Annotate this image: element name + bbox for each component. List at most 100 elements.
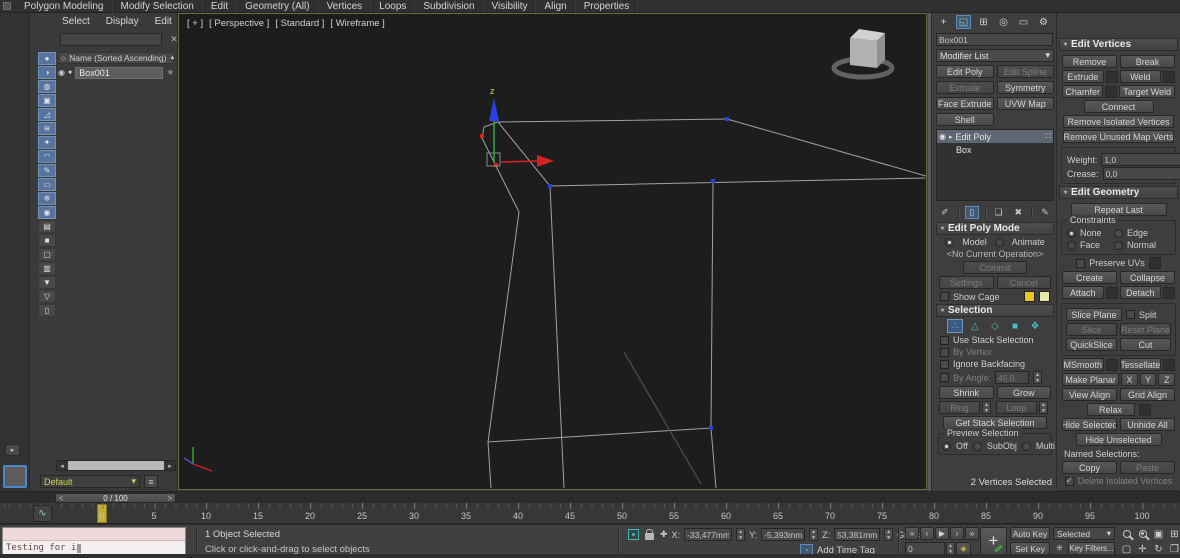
explorer-menu-select[interactable]: Select: [62, 16, 90, 27]
modifier-visibility-icon[interactable]: ◉: [939, 132, 946, 141]
preview-subobj-radio[interactable]: [973, 442, 982, 451]
isolate-selection-toggle-icon[interactable]: [628, 529, 639, 540]
zoom-all-icon[interactable]: [1135, 527, 1150, 541]
explorer-row-box001[interactable]: ◉ ● Box001 ∗: [58, 66, 174, 79]
rollout-edit-vertices[interactable]: ▾ Edit Vertices: [1059, 38, 1178, 51]
auto-key-button[interactable]: Auto Key: [1010, 527, 1050, 540]
target-weld-button[interactable]: Target Weld: [1119, 85, 1175, 98]
cut-button[interactable]: Cut: [1120, 338, 1171, 351]
detach-settings-button[interactable]: [1163, 287, 1175, 299]
selection-lock-toggle-icon[interactable]: [645, 533, 654, 540]
menu-item[interactable]: Properties: [576, 0, 639, 13]
frame-spinner[interactable]: [946, 542, 955, 555]
constraint-none-radio[interactable]: [1067, 229, 1076, 238]
previous-key-button[interactable]: ‹: [920, 527, 934, 540]
select-column-icon[interactable]: ○: [61, 53, 66, 63]
display-preset-dropdown[interactable]: Default ▾: [40, 475, 140, 488]
extrude-button[interactable]: Extrude: [1062, 70, 1104, 83]
set-keys-button[interactable]: +: [980, 527, 1007, 555]
copy-named-selection-button[interactable]: Copy: [1062, 461, 1117, 474]
filter-ik-icon[interactable]: ✎: [38, 164, 56, 177]
scrollbar-thumb[interactable]: [68, 461, 164, 470]
remove-unused-map-verts-button[interactable]: Remove Unused Map Verts: [1063, 130, 1174, 143]
view-cube[interactable]: [826, 24, 898, 84]
quickslice-button[interactable]: QuickSlice: [1066, 338, 1117, 351]
make-planar-button[interactable]: Make Planar: [1062, 373, 1119, 386]
menu-item[interactable]: Modify Selection: [113, 0, 203, 13]
object-name-cell[interactable]: Box001: [75, 67, 163, 79]
detach-button[interactable]: Detach: [1120, 286, 1162, 299]
app-icon[interactable]: [3, 2, 11, 10]
viewport-standard-menu[interactable]: [ Standard ]: [275, 18, 324, 29]
go-to-start-button[interactable]: «: [905, 527, 919, 540]
rollout-edit-geometry[interactable]: ▾ Edit Geometry: [1059, 186, 1178, 199]
viewport-general-menu[interactable]: [ + ]: [187, 18, 203, 29]
mini-curve-editor-button[interactable]: ∿: [33, 505, 52, 522]
go-to-end-button[interactable]: »: [965, 527, 979, 540]
menu-item[interactable]: Vertices: [319, 0, 372, 13]
modify-tab-icon[interactable]: ◱: [956, 15, 971, 29]
weld-settings-button[interactable]: [1163, 71, 1175, 83]
collapse-button[interactable]: Collapse: [1120, 271, 1175, 284]
layers-icon[interactable]: ≡: [144, 475, 158, 488]
zoom-region-icon[interactable]: ▢: [1119, 542, 1134, 556]
grid-align-button[interactable]: Grid Align: [1120, 388, 1175, 401]
motion-tab-icon[interactable]: ◎: [996, 15, 1011, 29]
z-coordinate-field[interactable]: [834, 528, 880, 541]
stack-item-edit-poly[interactable]: ◉ ▸ Edit Poly ∷: [937, 130, 1053, 143]
rollout-selection[interactable]: ▾ Selection: [936, 304, 1054, 317]
explorer-horizontal-scrollbar[interactable]: ◂ ▸: [56, 460, 176, 471]
explorer-search-input[interactable]: [60, 33, 162, 46]
viewport-layout-tab[interactable]: [3, 465, 27, 488]
display-containers-icon[interactable]: ▤: [38, 220, 56, 233]
create-button[interactable]: Create: [1062, 271, 1117, 284]
utilities-tab-icon[interactable]: ⚙: [1036, 15, 1051, 29]
uvw-map-button[interactable]: UVW Map: [997, 97, 1055, 110]
edit-poly-button[interactable]: Edit Poly: [936, 65, 994, 78]
menu-item[interactable]: Loops: [371, 0, 415, 13]
preview-off-radio[interactable]: [942, 442, 951, 451]
attach-button[interactable]: Attach: [1062, 286, 1104, 299]
hierarchy-tab-icon[interactable]: ⊞: [976, 15, 991, 29]
explorer-menu-edit[interactable]: Edit: [155, 16, 172, 27]
animate-radio[interactable]: [995, 238, 1004, 247]
filter-shapes-icon[interactable]: ◑: [38, 66, 56, 79]
relax-button[interactable]: Relax: [1087, 403, 1135, 416]
filter-particles-icon[interactable]: ✦: [38, 136, 56, 149]
msmooth-button[interactable]: MSmooth: [1062, 358, 1104, 371]
hide-unselected-button[interactable]: Hide Unselected: [1076, 433, 1162, 446]
next-key-button[interactable]: ›: [950, 527, 964, 540]
modifier-list-dropdown[interactable]: Modifier List ▾: [936, 49, 1054, 62]
unhide-all-button[interactable]: Unhide All: [1120, 418, 1175, 431]
use-stack-selection-checkbox[interactable]: [940, 336, 949, 345]
next-frame-icon[interactable]: >: [165, 494, 175, 503]
hide-selected-button[interactable]: Hide Selected: [1062, 418, 1117, 431]
filter-objects-icon[interactable]: ●: [38, 52, 56, 65]
preserve-uvs-settings-button[interactable]: [1149, 257, 1161, 269]
cage-selected-color-swatch[interactable]: [1039, 291, 1050, 302]
face-extrude-button[interactable]: Face Extrude: [936, 97, 994, 110]
sort-ascending-icon[interactable]: ▲: [169, 55, 175, 61]
filter-lights-icon[interactable]: ◍: [38, 80, 56, 93]
preserve-uvs-checkbox[interactable]: [1076, 259, 1085, 268]
chamfer-settings-button[interactable]: [1105, 86, 1117, 98]
pan-icon[interactable]: ✛: [1135, 542, 1150, 556]
scroll-right-icon[interactable]: ▸: [165, 462, 175, 470]
pin-stack-icon[interactable]: ✐: [938, 206, 952, 219]
preview-multi-radio[interactable]: [1022, 442, 1031, 451]
display-groups-icon[interactable]: ▥: [38, 262, 56, 275]
expand-icon[interactable]: ▸: [949, 133, 953, 141]
maximize-viewport-icon[interactable]: ❐: [1167, 542, 1180, 556]
y-spinner[interactable]: [809, 528, 818, 541]
model-radio[interactable]: [945, 238, 954, 247]
filter-cameras-icon[interactable]: ▣: [38, 94, 56, 107]
border-subobject-icon[interactable]: ◇: [987, 319, 1003, 333]
show-end-result-icon[interactable]: ▯: [965, 206, 979, 219]
filter-funnel-clear-icon[interactable]: ▽: [38, 290, 56, 303]
remove-isolated-vertices-button[interactable]: Remove Isolated Vertices: [1063, 115, 1174, 128]
msmooth-settings-button[interactable]: [1106, 359, 1118, 371]
constraint-face-radio[interactable]: [1067, 241, 1076, 250]
command-panel-scrollbar[interactable]: [928, 13, 932, 491]
polygon-subobject-icon[interactable]: ■: [1007, 319, 1023, 333]
crease-field[interactable]: [1103, 167, 1180, 180]
